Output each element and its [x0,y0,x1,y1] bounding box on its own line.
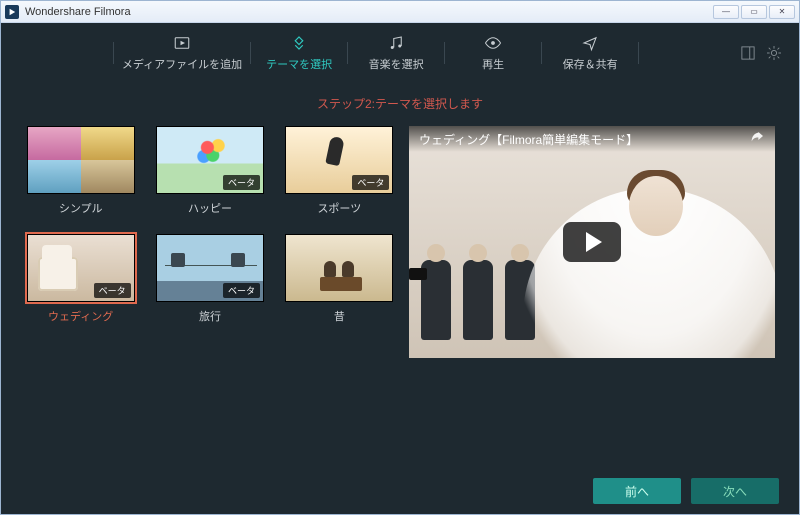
crowd-art [421,260,535,340]
theme-thumbnail [285,234,393,302]
video-title-bar: ウェディング【Filmora簡単編集モード】 [409,126,775,152]
play-button[interactable] [563,222,621,262]
step-label: 保存＆共有 [563,56,618,72]
beta-badge: ベータ [223,175,260,190]
layout-icon[interactable] [741,46,755,60]
thumbnail-art [286,235,392,301]
theme-thumbnail: ベータ [156,126,264,194]
brightness-icon[interactable] [767,46,781,60]
theme-label: ウェディング [48,308,113,324]
theme-happy[interactable]: ベータ ハッピー [154,126,265,216]
minimize-button[interactable]: — [713,5,739,19]
window-title: Wondershare Filmora [25,6,713,18]
step-label: テーマを選択 [266,56,332,72]
step-add-media[interactable]: メディアファイルを追加 [114,34,250,72]
preview-pane: ウェディング【Filmora簡単編集モード】 [409,126,775,460]
app-body: メディアファイルを追加 テーマを選択 音楽を選択 再生 [1,23,799,514]
step-preview[interactable]: 再生 [445,34,541,72]
thumbnail-art [28,127,134,193]
step-label: メディアファイルを追加 [122,56,242,72]
step-select-music[interactable]: 音楽を選択 [348,34,444,72]
app-window: Wondershare Filmora — ▭ ✕ メディアファイルを追加 テー… [0,0,800,515]
theme-label: スポーツ [317,200,361,216]
theme-travel[interactable]: ベータ 旅行 [154,234,265,324]
theme-thumbnail: ベータ [285,126,393,194]
theme-thumbnail: ベータ [156,234,264,302]
theme-label: 旅行 [199,308,221,324]
theme-label: ハッピー [188,200,232,216]
app-icon [5,5,19,19]
next-button[interactable]: 次へ [691,478,779,504]
step-caption: ステップ2:テーマを選択します [1,83,799,126]
theme-grid: シンプル ベータ ハッピー ベータ スポーツ [25,126,395,460]
content: シンプル ベータ ハッピー ベータ スポーツ [1,126,799,468]
beta-badge: ベータ [223,283,260,298]
music-icon [387,34,405,52]
eye-icon [484,34,502,52]
media-icon [173,34,191,52]
theme-label: シンプル [59,200,103,216]
maximize-button[interactable]: ▭ [741,5,767,19]
theme-label: 昔 [334,308,345,324]
window-controls: — ▭ ✕ [713,5,795,19]
beta-badge: ベータ [352,175,389,190]
share-icon[interactable] [749,130,765,149]
step-label: 再生 [482,56,504,72]
topbar: メディアファイルを追加 テーマを選択 音楽を選択 再生 [1,23,799,83]
share-icon [581,34,599,52]
theme-old[interactable]: 昔 [284,234,395,324]
step-select-theme[interactable]: テーマを選択 [251,34,347,72]
close-button[interactable]: ✕ [769,5,795,19]
theme-wedding[interactable]: ベータ ウェディング [25,234,136,324]
titlebar: Wondershare Filmora — ▭ ✕ [1,1,799,23]
theme-sports[interactable]: ベータ スポーツ [284,126,395,216]
wizard-steps: メディアファイルを追加 テーマを選択 音楽を選択 再生 [19,34,733,72]
divider [638,42,639,64]
theme-thumbnail: ベータ [27,234,135,302]
theme-thumbnail [27,126,135,194]
theme-icon [290,34,308,52]
theme-simple[interactable]: シンプル [25,126,136,216]
beta-badge: ベータ [94,283,131,298]
footer: 前へ 次へ [1,468,799,514]
step-label: 音楽を選択 [369,56,424,72]
video-player[interactable]: ウェディング【Filmora簡単編集モード】 [409,126,775,358]
video-title: ウェディング【Filmora簡単編集モード】 [419,131,749,148]
step-save-share[interactable]: 保存＆共有 [542,34,638,72]
prev-button[interactable]: 前へ [593,478,681,504]
topbar-actions [741,46,781,60]
